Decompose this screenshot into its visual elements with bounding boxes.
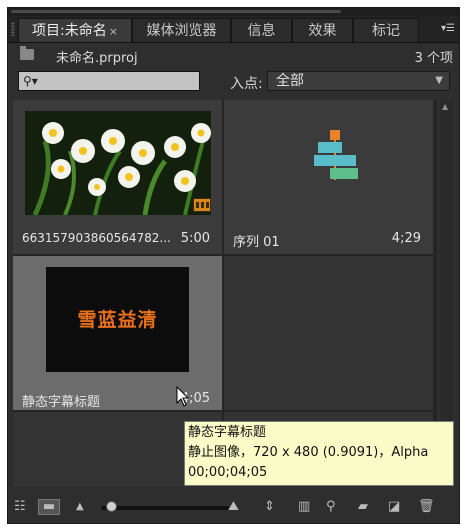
zoom-slider[interactable] <box>101 506 229 510</box>
tab-media-browser[interactable]: 媒体浏览器 <box>132 18 231 42</box>
clip-duration: 5:00 <box>180 231 210 246</box>
icon-view-icon[interactable]: ▬ <box>38 499 60 515</box>
delete-icon[interactable]: 🗑 <box>418 497 435 517</box>
find-icon[interactable]: ⚲ <box>326 497 336 517</box>
folder-icon <box>20 46 34 60</box>
video-clip-icon <box>193 198 211 212</box>
sequence-name: 序列 01 <box>233 235 280 250</box>
project-panel: 项目:未命名 × 媒体浏览器 信息 效果 标记 ▾☰ 未命名.prproj 3 个… <box>7 7 460 524</box>
in-point-select[interactable]: 全部 ▼ <box>267 71 450 91</box>
new-item-icon[interactable]: ◪ <box>388 497 400 517</box>
tooltip-title: 静态字幕标题 <box>188 425 267 440</box>
clip-thumbnail <box>25 111 211 215</box>
clip-item[interactable]: 663157903860564782... 5:00 <box>13 100 222 254</box>
sequence-icon <box>306 130 366 190</box>
new-bin-icon[interactable]: ▰ <box>358 497 368 517</box>
chevron-down-icon: ▼ <box>435 75 443 86</box>
title-name: 静态字幕标题 <box>22 395 101 410</box>
project-header: 未命名.prproj 3 个项 <box>8 43 459 69</box>
title-thumbnail: 雪蓝益清 <box>46 267 189 372</box>
search-row: ⚲▾ 入点: 全部 ▼ <box>8 69 459 95</box>
tab-info[interactable]: 信息 <box>231 18 292 42</box>
automate-to-sequence-icon[interactable]: ▥ <box>298 497 310 517</box>
tooltip-info: 静止图像，720 x 480 (0.9091)，Alpha <box>188 445 429 460</box>
title-preview-text: 雪蓝益清 <box>77 309 158 331</box>
list-view-icon[interactable]: ☷ <box>14 497 26 517</box>
item-count: 3 个项 <box>414 51 453 66</box>
bottom-toolbar: ☷ ▬ ▲ ⛰ ⇕ ▥ ⚲ ▰ ◪ 🗑 <box>8 497 459 523</box>
panel-menu-icon[interactable]: ▾☰ <box>441 23 455 34</box>
project-name: 未命名.prproj <box>56 51 138 66</box>
sequence-duration: 4;29 <box>391 231 421 246</box>
tab-effects[interactable]: 效果 <box>292 18 353 42</box>
tab-bar: 项目:未命名 × 媒体浏览器 信息 效果 标记 ▾☰ <box>8 16 459 43</box>
grip-icon[interactable] <box>11 22 15 36</box>
tab-project[interactable]: 项目:未命名 × <box>18 18 132 42</box>
close-icon[interactable]: × <box>109 25 118 38</box>
sequence-item[interactable]: 序列 01 4;29 <box>224 100 433 254</box>
mouse-cursor-icon <box>176 386 190 407</box>
title-item[interactable]: 雪蓝益清 静态字幕标题 4;05 <box>13 256 222 410</box>
in-point-label: 入点: <box>230 76 263 92</box>
zoom-out-icon[interactable]: ▲ <box>76 497 84 517</box>
zoom-slider-handle[interactable] <box>106 501 117 512</box>
tooltip-duration: 00;00;04;05 <box>188 465 268 480</box>
sort-icon[interactable]: ⇕ <box>264 497 275 517</box>
magnifier-icon[interactable]: ⚲▾ <box>23 74 38 88</box>
scroll-up-icon[interactable]: ▲ <box>442 102 448 111</box>
search-input[interactable]: ⚲▾ <box>18 71 200 91</box>
panel-top-strip <box>8 8 459 16</box>
empty-bin-slot <box>224 256 433 410</box>
tab-markers[interactable]: 标记 <box>353 18 419 42</box>
zoom-in-icon[interactable]: ⛰ <box>228 497 239 517</box>
clip-name: 663157903860564782... <box>22 231 171 245</box>
in-point-value: 全部 <box>276 73 304 89</box>
clip-tooltip: 静态字幕标题 静止图像，720 x 480 (0.9091)，Alpha 00;… <box>184 421 454 486</box>
tab-project-label: 项目:未命名 <box>32 23 107 39</box>
